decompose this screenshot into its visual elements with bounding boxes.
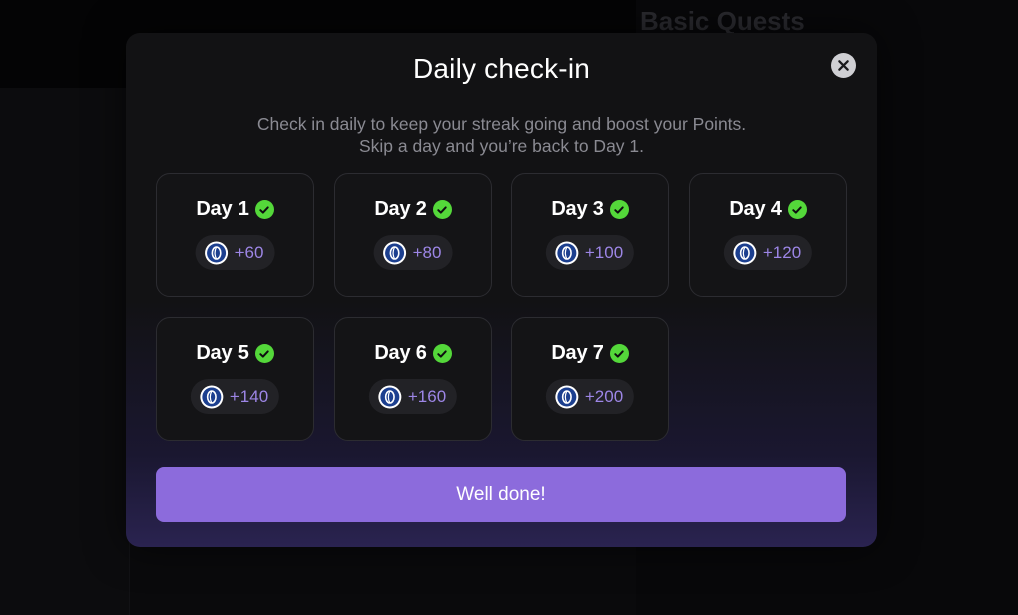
check-icon [787,200,807,219]
day-header: Day 2 [335,198,491,221]
day-card-5: Day 5 +140 [156,317,314,441]
reward-badge: +100 [545,235,635,270]
reward-value: +140 [229,386,269,406]
day-card-4: Day 4 +120 [689,173,847,297]
coin-icon [733,241,757,264]
reward-value: +160 [407,386,447,406]
day-label: Day 3 [551,198,604,220]
day-label: Day 5 [196,342,249,364]
day-header: Day 4 [690,198,846,221]
reward-badge: +160 [368,379,458,414]
reward-value: +60 [234,242,264,262]
day-label: Day 1 [196,198,249,220]
reward-badge: +120 [723,235,813,270]
day-label: Day 4 [729,198,782,220]
well-done-button[interactable]: Well done! [156,467,846,522]
reward-value: +200 [584,386,624,406]
reward-value: +120 [762,242,802,262]
day-header: Day 1 [157,198,313,221]
coin-icon [378,385,402,408]
day-header: Day 6 [335,342,491,365]
check-icon [609,344,629,363]
reward-badge: +60 [195,235,275,270]
daily-checkin-modal: Daily check-in Check in daily to keep yo… [126,33,877,547]
modal-subtitle: Check in daily to keep your streak going… [126,113,877,157]
check-icon [432,344,452,363]
subtitle-line-1: Check in daily to keep your streak going… [256,114,747,134]
check-icon [254,344,274,363]
day-header: Day 5 [157,342,313,365]
subtitle-line-2: Skip a day and you’re back to Day 1. [358,136,645,156]
reward-badge: +200 [545,379,635,414]
close-button[interactable] [831,53,856,78]
coin-icon [200,385,224,408]
day-label: Day 6 [374,342,427,364]
day-label: Day 2 [374,198,427,220]
check-icon [432,200,452,219]
day-card-3: Day 3 +100 [511,173,669,297]
day-card-2: Day 2 +80 [334,173,492,297]
coin-icon [205,241,229,264]
close-icon [838,60,849,71]
coin-icon [555,241,579,264]
background-left-panel [0,88,130,615]
coin-icon [383,241,407,264]
check-icon [254,200,274,219]
check-icon [609,200,629,219]
reward-value: +80 [412,242,442,262]
reward-value: +100 [584,242,624,262]
day-header: Day 3 [512,198,668,221]
day-grid: Day 1 +60 Day 2 +80 Day 3 +100 Day 4 +12… [156,173,847,443]
day-header: Day 7 [512,342,668,365]
day-card-7: Day 7 +200 [511,317,669,441]
reward-badge: +140 [190,379,280,414]
day-label: Day 7 [551,342,604,364]
day-card-1: Day 1 +60 [156,173,314,297]
reward-badge: +80 [373,235,453,270]
coin-icon [555,385,579,408]
modal-title: Daily check-in [412,53,591,84]
day-card-6: Day 6 +160 [334,317,492,441]
